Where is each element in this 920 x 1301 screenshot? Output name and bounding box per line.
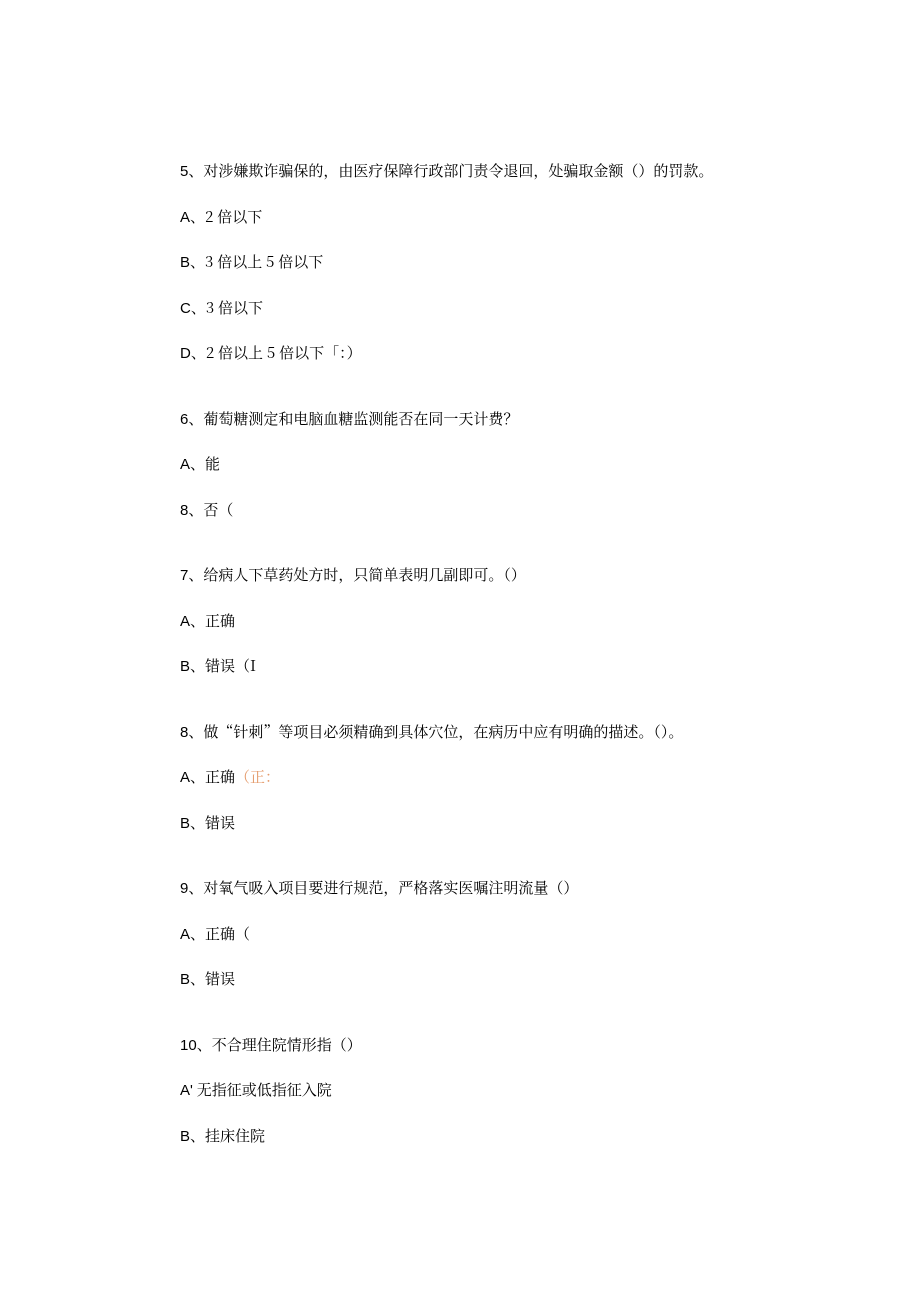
question-line: 7、给病人下草药处方时，只简单表明几副即可。（） xyxy=(180,564,740,588)
question-block: 7、给病人下草药处方时，只简单表明几副即可。（） A、正确 B、错误（I xyxy=(180,564,740,679)
option-label: C xyxy=(180,300,191,317)
option-text: 、错误 xyxy=(190,968,235,989)
question-block: 9、对氧气吸入项目要进行规范，严格落实医嘱注明流量（） A、正确（ B、错误 xyxy=(180,877,740,992)
option-text: 、3 倍以下 xyxy=(191,297,263,318)
option-line: D、2 倍以上 5 倍以下「：） xyxy=(180,342,740,366)
option-text: 、2 倍以下 xyxy=(190,206,262,227)
option-line: A、正确（正： xyxy=(180,766,740,790)
option-text: 、正确 xyxy=(190,610,235,631)
question-text: 、对涉嫌欺诈骗保的，由医疗保障行政部门责令退回，处骗取金额（）的罚款。 xyxy=(188,160,713,181)
option-text: 、错误 xyxy=(190,812,235,833)
question-text: 、葡萄糖测定和电脑血糖监测能否在同一天计费？ xyxy=(188,408,518,429)
option-label: A xyxy=(180,456,190,473)
option-line: 8、否（ xyxy=(180,499,740,523)
question-text: 、对氧气吸入项目要进行规范，严格落实医嘱注明流量（） xyxy=(188,877,578,898)
question-line: 10、不合理住院情形指（） xyxy=(180,1034,740,1058)
option-label: B xyxy=(180,658,190,675)
option-line: B、错误（I xyxy=(180,655,740,679)
option-line: A、2 倍以下 xyxy=(180,206,740,230)
answer-marker: （正： xyxy=(235,766,280,787)
option-line: C、3 倍以下 xyxy=(180,297,740,321)
option-label: B xyxy=(180,1128,190,1145)
option-text: 、2 倍以上 5 倍以下「：） xyxy=(191,342,362,363)
question-block: 10、不合理住院情形指（） A' 无指征或低指征入院 B、挂床住院 xyxy=(180,1034,740,1149)
question-number: 10 xyxy=(180,1037,197,1054)
option-text: 、正确 xyxy=(190,766,235,787)
option-line: A、能 xyxy=(180,453,740,477)
question-text: 、给病人下草药处方时，只简单表明几副即可。（） xyxy=(188,564,526,585)
option-label: A xyxy=(180,769,190,786)
option-label: D xyxy=(180,345,191,362)
option-line: A' 无指征或低指征入院 xyxy=(180,1079,740,1103)
option-text: 、正确（ xyxy=(190,923,250,944)
question-block: 5、对涉嫌欺诈骗保的，由医疗保障行政部门责令退回，处骗取金额（）的罚款。 A、2… xyxy=(180,160,740,366)
document-page: 5、对涉嫌欺诈骗保的，由医疗保障行政部门责令退回，处骗取金额（）的罚款。 A、2… xyxy=(0,0,920,1301)
option-text: 、能 xyxy=(190,453,220,474)
question-block: 8、做“针刺”等项目必须精确到具体穴位，在病历中应有明确的描述。（）。 A、正确… xyxy=(180,721,740,836)
option-label: A' xyxy=(180,1082,193,1099)
option-text: 、否（ xyxy=(188,499,233,520)
question-text: 、做“针刺”等项目必须精确到具体穴位，在病历中应有明确的描述。（）。 xyxy=(188,721,683,742)
option-line: B、错误 xyxy=(180,968,740,992)
option-label: B xyxy=(180,815,190,832)
option-line: B、错误 xyxy=(180,812,740,836)
option-label: A xyxy=(180,613,190,630)
option-text: 、错误（I xyxy=(190,655,256,676)
question-line: 6、葡萄糖测定和电脑血糖监测能否在同一天计费？ xyxy=(180,408,740,432)
question-block: 6、葡萄糖测定和电脑血糖监测能否在同一天计费？ A、能 8、否（ xyxy=(180,408,740,523)
option-text: 、3 倍以上 5 倍以下 xyxy=(190,251,323,272)
option-text: 、挂床住院 xyxy=(190,1125,265,1146)
option-label: B xyxy=(180,254,190,271)
option-label: B xyxy=(180,971,190,988)
question-line: 8、做“针刺”等项目必须精确到具体穴位，在病历中应有明确的描述。（）。 xyxy=(180,721,740,745)
question-line: 5、对涉嫌欺诈骗保的，由医疗保障行政部门责令退回，处骗取金额（）的罚款。 xyxy=(180,160,740,184)
question-line: 9、对氧气吸入项目要进行规范，严格落实医嘱注明流量（） xyxy=(180,877,740,901)
option-label: A xyxy=(180,209,190,226)
option-line: A、正确（ xyxy=(180,923,740,947)
option-line: A、正确 xyxy=(180,610,740,634)
question-text: 、不合理住院情形指（） xyxy=(197,1034,362,1055)
option-text: 无指征或低指征入院 xyxy=(193,1079,332,1100)
option-line: B、3 倍以上 5 倍以下 xyxy=(180,251,740,275)
option-label: A xyxy=(180,926,190,943)
option-line: B、挂床住院 xyxy=(180,1125,740,1149)
